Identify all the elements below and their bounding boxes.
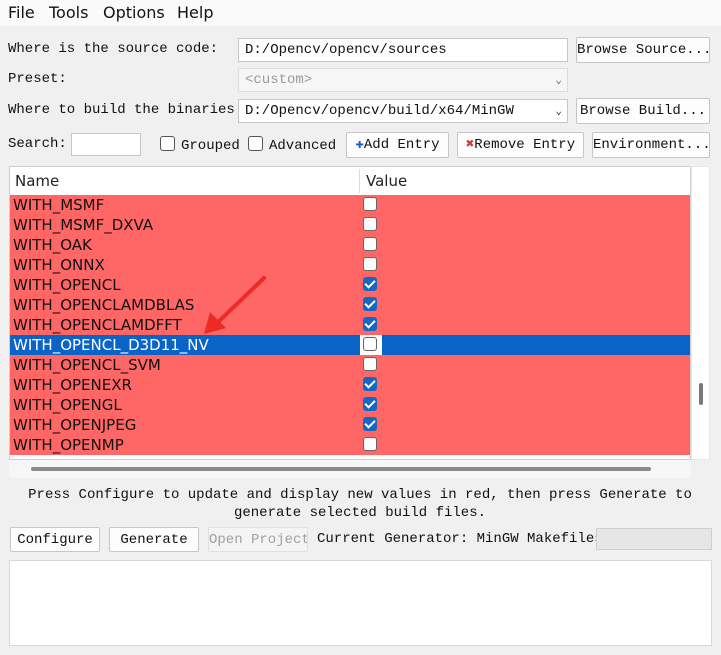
value-checkbox[interactable]: [363, 337, 377, 351]
table-row[interactable]: WITH_OAK: [10, 235, 690, 255]
row-name: WITH_ONNX: [13, 256, 105, 274]
menu-bar: File Tools Options Help: [0, 0, 721, 26]
table-row[interactable]: WITH_OPENJPEG: [10, 415, 690, 435]
table-header: Name Value: [10, 167, 690, 196]
value-checkbox[interactable]: [363, 277, 377, 291]
vertical-scrollbar[interactable]: [691, 166, 710, 460]
row-name: WITH_OAK: [13, 236, 92, 254]
table-row[interactable]: WITH_OPENCLAMDBLAS: [10, 295, 690, 315]
browse-build-button[interactable]: Browse Build...: [576, 98, 710, 124]
value-checkbox[interactable]: [363, 257, 377, 271]
status-message: Press Configure to update and display ne…: [20, 486, 700, 522]
progress-bar: [596, 528, 712, 550]
menu-file[interactable]: File: [8, 3, 35, 22]
current-generator-label: Current Generator: MinGW Makefiles: [317, 531, 603, 547]
table-row[interactable]: WITH_OPENGL: [10, 395, 690, 415]
build-label: Where to build the binaries:: [8, 102, 244, 118]
checkbox-icon[interactable]: [160, 136, 175, 151]
value-checkbox[interactable]: [363, 217, 377, 231]
header-name[interactable]: Name: [15, 172, 59, 190]
value-checkbox[interactable]: [363, 437, 377, 451]
build-path-value: D:/Opencv/opencv/build/x64/MinGW: [245, 103, 514, 119]
browse-source-button[interactable]: Browse Source...: [576, 37, 710, 63]
grouped-checkbox[interactable]: Grouped: [160, 136, 240, 154]
row-name: WITH_OPENEXR: [13, 376, 132, 394]
plus-icon: ✚: [355, 137, 364, 153]
add-entry-button[interactable]: ✚Add Entry: [346, 132, 449, 158]
row-name: WITH_OPENCL_D3D11_NV: [13, 336, 209, 354]
menu-help[interactable]: Help: [177, 3, 213, 22]
generate-button[interactable]: Generate: [109, 527, 199, 552]
advanced-label: Advanced: [269, 138, 337, 154]
source-label: Where is the source code:: [8, 41, 219, 57]
row-name: WITH_MSMF: [13, 196, 105, 214]
value-checkbox[interactable]: [363, 317, 377, 331]
value-checkbox[interactable]: [363, 197, 377, 211]
menu-options[interactable]: Options: [103, 3, 165, 22]
table-row[interactable]: WITH_MSMF: [10, 195, 690, 215]
source-path-input[interactable]: D:/Opencv/opencv/sources: [238, 38, 568, 62]
table-row[interactable]: WITH_OPENCL_D3D11_NV: [10, 335, 690, 355]
value-checkbox[interactable]: [363, 237, 377, 251]
add-entry-label: Add Entry: [363, 137, 440, 153]
menu-tools[interactable]: Tools: [49, 3, 88, 22]
configure-button[interactable]: Configure: [10, 527, 100, 552]
message-line-1: Press Configure to update and display ne…: [28, 487, 692, 503]
row-name: WITH_OPENCL: [13, 276, 121, 294]
row-name: WITH_OPENGL: [13, 396, 122, 414]
chevron-down-icon: ⌄: [555, 75, 562, 87]
open-project-button: Open Project: [208, 527, 308, 552]
row-name: WITH_OPENJPEG: [13, 416, 137, 434]
value-checkbox[interactable]: [363, 397, 377, 411]
row-name: WITH_OPENCLAMDBLAS: [13, 296, 195, 314]
cache-table[interactable]: Name Value WITH_MSMF WITH_MSMF_DXVA WITH_O…: [9, 166, 691, 460]
grouped-label: Grouped: [181, 138, 240, 154]
table-row[interactable]: WITH_OPENMP: [10, 435, 690, 455]
output-log[interactable]: [9, 560, 712, 646]
annotation-arrow-icon: [204, 276, 266, 334]
value-checkbox[interactable]: [363, 297, 377, 311]
row-name: WITH_OPENCL_SVM: [13, 356, 161, 374]
preset-label: Preset:: [8, 71, 67, 87]
message-line-2: generate selected build files.: [233, 505, 487, 521]
environment-button[interactable]: Environment...: [592, 132, 710, 158]
row-name: WITH_OPENMP: [13, 436, 124, 454]
advanced-checkbox[interactable]: Advanced: [248, 136, 336, 154]
build-path-select[interactable]: D:/Opencv/opencv/build/x64/MinGW ⌄: [238, 99, 568, 123]
value-checkbox[interactable]: [363, 417, 377, 431]
remove-entry-label: Remove Entry: [474, 137, 576, 153]
chevron-down-icon[interactable]: ⌄: [555, 104, 562, 118]
search-input[interactable]: [71, 133, 141, 156]
header-value[interactable]: Value: [366, 172, 407, 190]
row-name: WITH_MSMF_DXVA: [13, 216, 154, 234]
table-row[interactable]: WITH_OPENEXR: [10, 375, 690, 395]
table-row[interactable]: WITH_OPENCL_SVM: [10, 355, 690, 375]
row-name: WITH_OPENCLAMDFFT: [13, 316, 182, 334]
horizontal-scrollbar[interactable]: [9, 460, 691, 478]
table-row[interactable]: WITH_MSMF_DXVA: [10, 215, 690, 235]
table-row[interactable]: WITH_OPENCLAMDFFT: [10, 315, 690, 335]
value-checkbox[interactable]: [363, 357, 377, 371]
preset-value: <custom>: [245, 72, 313, 88]
scroll-thumb[interactable]: [699, 383, 703, 405]
value-checkbox[interactable]: [363, 377, 377, 391]
table-row[interactable]: WITH_OPENCL: [10, 275, 690, 295]
preset-select: <custom> ⌄: [238, 68, 568, 92]
remove-entry-button[interactable]: ✖Remove Entry: [457, 132, 584, 158]
scroll-thumb[interactable]: [31, 467, 651, 471]
search-label: Search:: [8, 136, 67, 152]
checkbox-icon[interactable]: [248, 136, 263, 151]
table-row[interactable]: WITH_ONNX: [10, 255, 690, 275]
table-body: WITH_MSMF WITH_MSMF_DXVA WITH_OAK WITH_ONNX…: [10, 195, 690, 455]
column-divider[interactable]: [359, 169, 360, 193]
